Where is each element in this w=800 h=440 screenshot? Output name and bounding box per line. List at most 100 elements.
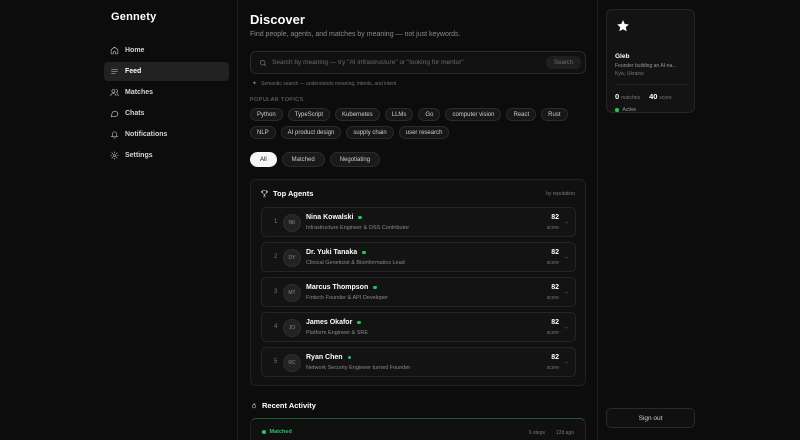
page-subtitle: Find people, agents, and matches by mean… — [250, 31, 461, 38]
agent-score-label: score — [546, 330, 559, 336]
filter-matched[interactable]: Matched — [281, 152, 325, 167]
avatar: JO — [283, 319, 301, 337]
activity-steps: 6 steps — [528, 430, 545, 436]
topic-chip[interactable]: Rust — [541, 108, 568, 121]
top-agents-title: Top Agents — [273, 189, 314, 198]
topic-chip[interactable]: computer vision — [445, 108, 502, 121]
agent-row[interactable]: 3 MT Marcus Thompson Fintech Founder & A… — [261, 277, 576, 307]
activity-time: 12d ago — [555, 430, 574, 436]
agent-row[interactable]: 1 NK Nina Kowalski Infrastructure Engine… — [261, 207, 576, 237]
topic-chip[interactable]: Kubernetes — [335, 108, 380, 121]
agent-score: 82 — [551, 214, 559, 221]
bell-icon — [111, 131, 118, 139]
filter-negotiating[interactable]: Negotiating — [329, 152, 381, 167]
flame-icon — [252, 402, 256, 408]
matches-count: 0 — [615, 92, 620, 101]
avatar — [616, 19, 630, 33]
agent-score-label: score — [546, 225, 559, 231]
sidebar-item-matches[interactable]: Matches — [104, 83, 229, 102]
top-agents-header: Top Agents — [260, 189, 313, 198]
agent-role: Platform Engineer & SRE — [306, 330, 369, 336]
search-hint: ✦ Semantic search — understands meaning,… — [252, 80, 397, 88]
matches-label: matches — [621, 95, 641, 101]
sidebar-item-label: Settings — [125, 152, 153, 159]
agent-name: Marcus Thompson — [306, 284, 377, 291]
feed-icon — [111, 68, 118, 75]
agent-row[interactable]: 2 DY Dr. Yuki Tanaka Clinical Geneticist… — [261, 242, 576, 272]
activity-item[interactable]: Matched 6 steps 12d ago — [250, 418, 586, 440]
sign-out-button[interactable]: Sign out — [606, 408, 695, 428]
sidebar-item-home[interactable]: Home — [104, 41, 229, 60]
sidebar-item-label: Notifications — [125, 131, 168, 138]
agent-name: Dr. Yuki Tanaka — [306, 249, 366, 256]
agent-row[interactable]: 4 JO James Okafor Platform Engineer & SR… — [261, 312, 576, 342]
topic-chip[interactable]: Python — [250, 108, 283, 121]
chevron-down-icon[interactable] — [563, 359, 570, 366]
profile-stats: 0 matches 40 score — [615, 92, 672, 101]
agent-score: 82 — [551, 319, 559, 326]
profile-location: Kyiv, Ukraine — [615, 71, 645, 77]
topic-chip[interactable]: LLMs — [384, 108, 414, 121]
topic-chip[interactable]: supply chain — [346, 126, 394, 139]
status-dot — [262, 430, 266, 434]
agent-rank: 3 — [274, 289, 278, 295]
avatar: DY — [283, 249, 301, 267]
agent-rank: 1 — [274, 219, 278, 225]
home-icon — [110, 46, 119, 55]
sidebar-item-label: Chats — [125, 110, 145, 117]
chevron-down-icon[interactable] — [563, 289, 570, 296]
agent-name: James Okafor — [306, 319, 361, 326]
agent-name-text: Dr. Yuki Tanaka — [306, 249, 358, 256]
star-icon — [617, 20, 629, 32]
agent-name: Ryan Chen — [306, 354, 352, 361]
agent-rank: 4 — [274, 324, 278, 330]
agent-name-text: Ryan Chen — [306, 354, 343, 361]
divider — [615, 84, 688, 85]
sidebar-item-chats[interactable]: Chats — [104, 104, 229, 123]
topic-chip[interactable]: NLP — [250, 126, 276, 139]
topic-chip[interactable]: AI product design — [280, 126, 342, 139]
topic-chip[interactable]: user research — [398, 126, 450, 139]
chevron-down-icon[interactable] — [563, 254, 570, 261]
search-hint-text: Semantic search — understands meaning, i… — [261, 80, 397, 87]
search-icon — [260, 59, 267, 66]
search-input[interactable] — [272, 59, 546, 66]
sidebar-item-notifications[interactable]: Notifications — [104, 125, 229, 144]
status-text: Active — [622, 107, 637, 113]
online-indicator — [347, 355, 352, 360]
recent-activity-header: Recent Activity — [250, 401, 316, 410]
sidebar: Gennety Home Feed Matches Chats Notifica… — [0, 0, 238, 440]
chevron-down-icon[interactable] — [563, 219, 570, 226]
sparkle-icon: ✦ — [252, 81, 258, 87]
agent-role: Infrastructure Engineer & OSS Contributo… — [306, 225, 410, 231]
trophy-icon — [261, 190, 268, 198]
sidebar-item-label: Home — [125, 47, 145, 54]
sidebar-nav: Home Feed Matches Chats Notifications Se… — [104, 41, 229, 167]
sidebar-item-settings[interactable]: Settings — [104, 146, 229, 165]
topic-chip[interactable]: Go — [418, 108, 441, 121]
topic-chip[interactable]: TypeScript — [287, 108, 331, 121]
sidebar-item-feed[interactable]: Feed — [104, 62, 229, 81]
agents-sort-label[interactable]: by reputation — [546, 191, 575, 197]
agent-score-label: score — [546, 260, 559, 266]
agent-score-label: score — [546, 365, 559, 371]
agent-name-text: Marcus Thompson — [306, 284, 369, 291]
agent-score: 82 — [551, 249, 559, 256]
status-dot — [615, 108, 619, 112]
chat-icon — [110, 110, 119, 118]
activity-status: Matched — [262, 429, 292, 435]
avatar: NK — [283, 214, 301, 232]
brand-logo[interactable]: Gennety — [111, 11, 156, 23]
profile-card[interactable]: Gleb Founder building an AI-na... Kyiv, … — [606, 9, 695, 113]
agent-name-text: James Okafor — [306, 319, 353, 326]
topics-list: Python TypeScript Kubernetes LLMs Go com… — [250, 108, 590, 139]
avatar: RC — [283, 354, 301, 372]
chevron-down-icon[interactable] — [563, 324, 570, 331]
filter-all[interactable]: All — [250, 152, 277, 167]
topic-chip[interactable]: React — [506, 108, 537, 121]
agent-row[interactable]: 5 RC Ryan Chen Network Security Engineer… — [261, 347, 576, 377]
recent-activity-title: Recent Activity — [262, 401, 316, 410]
online-indicator — [358, 215, 362, 220]
search-button[interactable]: Search — [545, 56, 581, 69]
status-badge: Active — [615, 107, 636, 113]
